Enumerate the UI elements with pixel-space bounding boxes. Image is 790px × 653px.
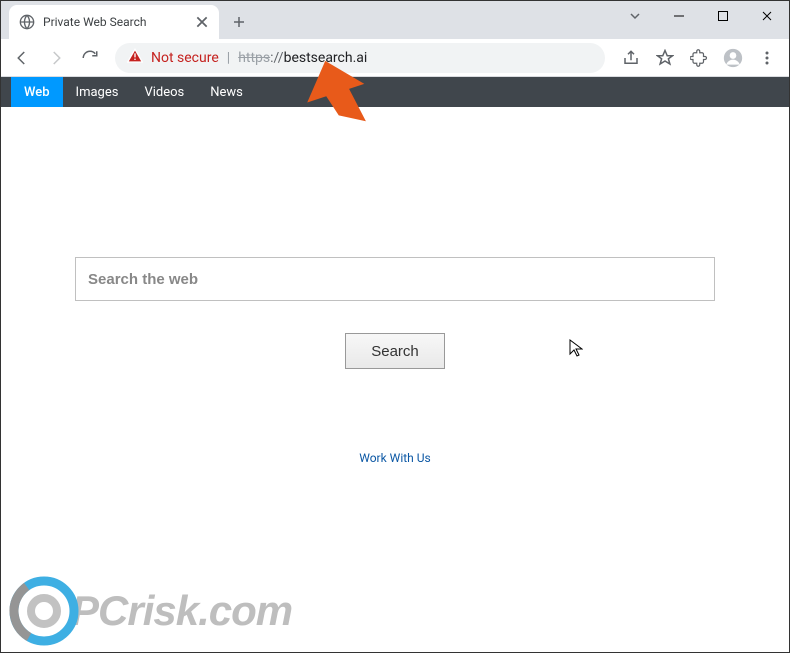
- url-divider: |: [227, 50, 230, 66]
- nav-news[interactable]: News: [197, 77, 256, 107]
- minimize-button[interactable]: [657, 1, 701, 31]
- new-tab-button[interactable]: [225, 8, 253, 36]
- profile-avatar-icon[interactable]: [717, 42, 749, 74]
- share-icon[interactable]: [615, 42, 647, 74]
- globe-icon: [19, 14, 35, 30]
- reload-button[interactable]: [75, 43, 105, 73]
- browser-tab[interactable]: Private Web Search: [9, 5, 219, 39]
- warning-icon: [127, 48, 143, 68]
- title-bar: Private Web Search: [1, 1, 789, 39]
- browser-toolbar: Not secure | https://bestsearch.ai: [1, 39, 789, 77]
- not-secure-label: Not secure: [151, 50, 219, 66]
- chevron-down-icon[interactable]: [613, 1, 657, 31]
- page-content: Web Images Videos News Search Work With …: [1, 77, 789, 652]
- nav-images[interactable]: Images: [63, 77, 132, 107]
- close-icon[interactable]: [195, 15, 209, 29]
- url-text: https://bestsearch.ai: [238, 50, 367, 66]
- extensions-icon[interactable]: [683, 42, 715, 74]
- work-with-us-link[interactable]: Work With Us: [359, 451, 430, 465]
- search-button[interactable]: Search: [345, 333, 445, 369]
- pcrisk-watermark: PCrisk.com: [9, 576, 292, 646]
- search-input[interactable]: [75, 257, 715, 301]
- window-controls: [613, 1, 789, 31]
- nav-videos[interactable]: Videos: [131, 77, 197, 107]
- bookmark-star-icon[interactable]: [649, 42, 681, 74]
- watermark-text: PCrisk.com: [71, 587, 292, 635]
- site-nav: Web Images Videos News: [1, 77, 789, 107]
- maximize-button[interactable]: [701, 1, 745, 31]
- address-bar[interactable]: Not secure | https://bestsearch.ai: [115, 43, 605, 73]
- back-button[interactable]: [7, 43, 37, 73]
- tab-title: Private Web Search: [43, 15, 187, 29]
- nav-web[interactable]: Web: [11, 77, 63, 107]
- menu-icon[interactable]: [751, 42, 783, 74]
- pcrisk-logo-icon: [9, 576, 79, 646]
- forward-button[interactable]: [41, 43, 71, 73]
- close-window-button[interactable]: [745, 1, 789, 31]
